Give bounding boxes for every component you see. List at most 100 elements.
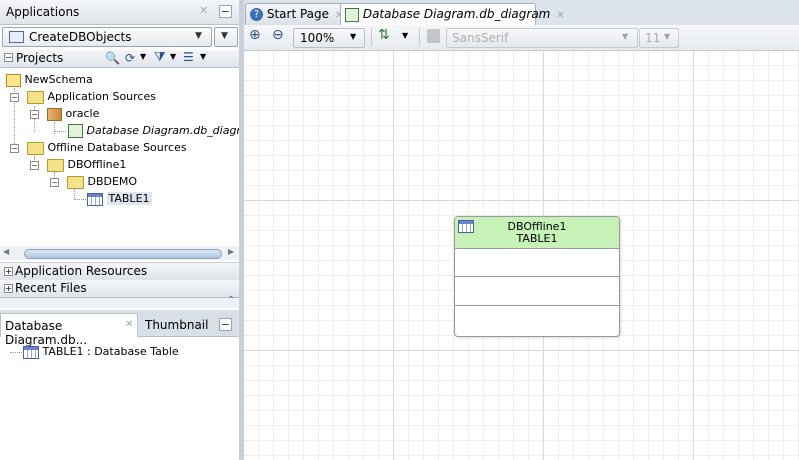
scroll-right-icon[interactable]: ▶ (228, 247, 234, 256)
zoom-in-icon[interactable]: ⊕ (249, 27, 261, 43)
chevron-down-icon: ▼ (195, 31, 202, 41)
package-icon (47, 107, 62, 121)
application-selector-value: CreateDBObjects (29, 30, 132, 44)
section-label: Recent Files (15, 281, 87, 295)
folder-icon (27, 90, 44, 104)
table-indexes-section[interactable] (455, 306, 619, 336)
help-icon: ? (250, 8, 263, 21)
tree-item-label: TABLE1 (106, 192, 152, 205)
tree-item-offline-database-sources[interactable]: Offline Database Sources (27, 140, 187, 156)
tab-label: Database Diagram.db_diagram (362, 7, 551, 21)
layout-options-icon[interactable]: ☰ (183, 50, 194, 64)
editor-area: ? Start Page✕ Database Diagram.db_diagra… (244, 0, 799, 460)
table-columns-section[interactable] (455, 249, 619, 277)
collapse-icon[interactable]: − (30, 110, 39, 119)
zoom-out-icon[interactable]: ⊖ (272, 27, 284, 43)
left-panel: Applications ✕ CreateDBObjects ▼ ▼ − Pro… (0, 0, 258, 460)
tree-item-oracle[interactable]: oracle (47, 106, 99, 122)
application-selector[interactable]: CreateDBObjects ▼ (2, 27, 212, 47)
table-icon (23, 345, 39, 359)
tree-item-table1[interactable]: TABLE1 (87, 191, 152, 207)
folder-icon (47, 158, 64, 172)
application-icon (9, 31, 24, 43)
close-icon[interactable]: ✕ (125, 319, 133, 330)
filter-icon[interactable]: ⧩ (154, 50, 166, 65)
fill-color-icon[interactable] (427, 29, 440, 43)
tree-item-dboffline1[interactable]: DBOffline1 (47, 157, 126, 173)
font-family-value: SansSerif (452, 31, 509, 45)
chevron-down-icon[interactable]: ▼ (402, 31, 408, 40)
editor-tab-bar: ? Start Page✕ Database Diagram.db_diagra… (244, 0, 799, 26)
diagram-canvas[interactable]: DBOffline1 TABLE1 (244, 51, 799, 460)
tab-database-diagram[interactable]: Database Diagram.db_diagram ✕ (340, 3, 565, 26)
project-tree: NewSchema − Application Sources − oracle… (0, 70, 258, 245)
table-name-label: TABLE1 (516, 232, 558, 245)
chevron-down-icon[interactable]: ▼ (200, 52, 206, 61)
tab-structure[interactable]: Database Diagram.db... ✕ (0, 313, 138, 347)
tree-item-label: Offline Database Sources (47, 141, 187, 154)
tab-label: Thumbnail (145, 318, 209, 332)
expand-icon[interactable]: + (4, 284, 13, 293)
tree-item-application-sources[interactable]: Application Sources (27, 89, 156, 105)
tree-item-dbdemo[interactable]: DBDEMO (67, 174, 137, 190)
panel-divider[interactable]: ⌃ (0, 295, 239, 308)
tree-item-label: Application Sources (47, 90, 156, 103)
table-node-header: DBOffline1 TABLE1 (455, 217, 619, 249)
expand-icon[interactable]: + (4, 267, 13, 276)
minimize-icon[interactable] (219, 5, 232, 18)
section-recent-files[interactable]: + Recent Files (0, 280, 239, 298)
collapse-icon[interactable]: − (10, 93, 19, 102)
chevron-down-icon: ▼ (221, 31, 228, 41)
structure-item-table1[interactable]: TABLE1 : Database Table (23, 344, 179, 360)
tab-start-page[interactable]: ? Start Page✕ (245, 3, 343, 25)
close-icon[interactable]: ✕ (556, 10, 564, 21)
chevron-down-icon[interactable]: ▼ (140, 52, 146, 61)
section-application-resources[interactable]: + Application Resources (0, 262, 239, 281)
collapse-icon[interactable]: − (50, 178, 59, 187)
scrollbar-thumb[interactable] (24, 249, 222, 259)
collapse-panels-icon[interactable]: ⌃ (227, 295, 235, 306)
table-constraints-section[interactable] (455, 277, 619, 306)
font-size-value: 11 (645, 31, 661, 45)
scroll-left-icon[interactable]: ◀ (3, 247, 9, 256)
tree-item-database-diagram[interactable]: Database Diagram.db_diagram (68, 123, 258, 139)
project-icon (6, 73, 21, 87)
section-label: Application Resources (15, 264, 148, 278)
chevron-down-icon: ▼ (664, 32, 671, 41)
minimize-icon[interactable] (219, 318, 232, 331)
table-node[interactable]: DBOffline1 TABLE1 (454, 216, 620, 337)
tree-item-label: NewSchema (24, 73, 93, 86)
structure-tab-bar: Database Diagram.db... ✕ Thumbnail (0, 310, 239, 347)
chevron-down-icon: ▼ (622, 32, 629, 41)
folder-icon (27, 141, 44, 155)
refresh-icon[interactable]: ⟳ (125, 51, 135, 65)
collapse-icon[interactable]: − (10, 144, 19, 153)
font-size-select[interactable]: 11 ▼ (639, 28, 679, 48)
zoom-value: 100% (300, 31, 335, 45)
applications-title: Applications (6, 5, 80, 19)
search-icon[interactable]: 🔍 (105, 51, 120, 65)
projects-title: Projects (16, 51, 64, 65)
tree-item-label: Database Diagram.db_diagram (86, 124, 259, 137)
structure-item-label: TABLE1 : Database Table (42, 345, 179, 358)
table-icon (87, 192, 103, 206)
collapse-icon[interactable]: − (30, 161, 39, 170)
tree-item-label: DBDEMO (87, 175, 138, 188)
tab-thumbnail[interactable]: Thumbnail (140, 313, 210, 335)
font-family-select[interactable]: SansSerif ▼ (446, 28, 638, 48)
layout-icon[interactable]: ⇅ (378, 27, 390, 43)
collapse-icon[interactable]: − (4, 53, 13, 62)
horizontal-scrollbar[interactable]: ◀ ▶ (0, 246, 239, 260)
projects-header: − Projects 🔍 ⟳ ▼ ⧩ ▼ ☰ ▼ (0, 50, 239, 68)
tree-item-label: oracle (65, 107, 100, 120)
tab-label: Database Diagram.db... (5, 319, 88, 347)
folder-icon (67, 175, 84, 189)
zoom-select[interactable]: 100% ▼ (293, 28, 365, 48)
tab-label: Start Page (266, 7, 330, 21)
chevron-down-icon[interactable]: ▼ (170, 52, 176, 61)
diagram-icon (68, 124, 83, 138)
close-icon[interactable]: ✕ (199, 4, 208, 17)
tree-item-newschema[interactable]: NewSchema (6, 72, 93, 88)
tree-item-label: DBOffline1 (67, 158, 127, 171)
application-menu-button[interactable]: ▼ (214, 27, 238, 47)
